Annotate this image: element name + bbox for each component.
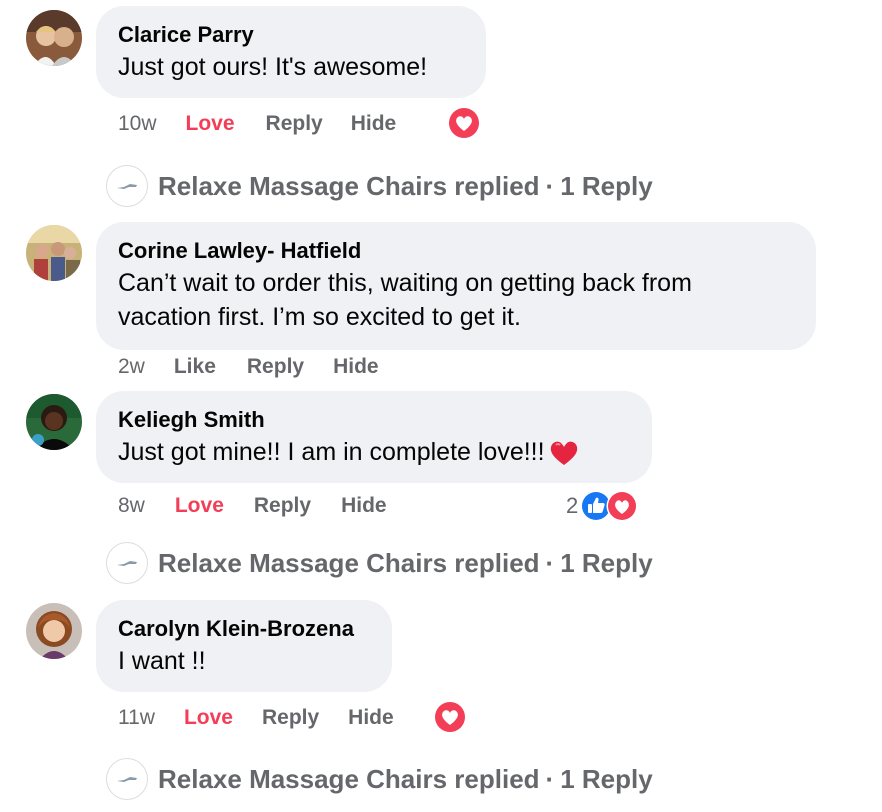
comment-author[interactable]: Keliegh Smith bbox=[118, 405, 630, 435]
avatar[interactable] bbox=[26, 603, 82, 659]
massage-chair-icon bbox=[117, 561, 137, 566]
love-icon[interactable] bbox=[446, 105, 482, 141]
comment-timestamp[interactable]: 8w bbox=[118, 491, 145, 521]
reply-button[interactable]: Reply bbox=[262, 703, 319, 733]
reply-count: 1 Reply bbox=[560, 763, 653, 794]
comment-text-line: vacation first. I’m so excited to get it… bbox=[118, 303, 521, 331]
comment-actions: 10w Love Reply Hide bbox=[118, 109, 396, 139]
reply-button[interactable]: Reply bbox=[247, 352, 304, 382]
replied-verb: replied bbox=[454, 547, 540, 578]
view-replies-link[interactable]: Relaxe Massage Chairs replied · 1 Reply bbox=[106, 164, 653, 208]
love-icon[interactable] bbox=[432, 699, 468, 735]
hide-button[interactable]: Hide bbox=[351, 109, 397, 139]
replies-label: Relaxe Massage Chairs replied · 1 Reply bbox=[158, 548, 653, 579]
love-button[interactable]: Love bbox=[186, 109, 235, 139]
reply-count: 1 Reply bbox=[560, 547, 653, 578]
comment-author[interactable]: Carolyn Klein-Brozena bbox=[118, 614, 370, 644]
page-avatar bbox=[106, 542, 148, 584]
separator: · bbox=[545, 763, 555, 794]
reply-button[interactable]: Reply bbox=[254, 491, 311, 521]
avatar[interactable] bbox=[26, 394, 82, 450]
avatar[interactable] bbox=[26, 225, 82, 281]
comment-actions: 2w Like Reply Hide bbox=[118, 352, 379, 382]
view-replies-link[interactable]: Relaxe Massage Chairs replied · 1 Reply bbox=[106, 541, 653, 585]
like-button[interactable]: Like bbox=[174, 352, 216, 382]
love-icon bbox=[606, 490, 638, 522]
comment-bubble: Keliegh Smith Just got mine!! I am in co… bbox=[96, 391, 652, 483]
comment-bubble: Corine Lawley- Hatfield Can’t wait to or… bbox=[96, 222, 816, 350]
page-avatar bbox=[106, 165, 148, 207]
page-name: Relaxe Massage Chairs bbox=[158, 763, 448, 794]
page-avatar bbox=[106, 758, 148, 800]
reply-count: 1 Reply bbox=[560, 170, 653, 201]
love-button[interactable]: Love bbox=[184, 703, 233, 733]
reaction-count: 2 bbox=[566, 493, 579, 518]
comment-actions: 11w Love Reply Hide bbox=[118, 703, 394, 733]
comment-author[interactable]: Clarice Parry bbox=[118, 20, 464, 50]
comment-timestamp[interactable]: 10w bbox=[118, 109, 157, 139]
reactions-summary[interactable]: 2 bbox=[566, 489, 638, 523]
love-button[interactable]: Love bbox=[175, 491, 224, 521]
separator: · bbox=[545, 170, 555, 201]
comment-timestamp[interactable]: 2w bbox=[118, 352, 145, 382]
comment-text-content: Just got mine!! I am in complete love!!! bbox=[118, 438, 545, 466]
replied-verb: replied bbox=[454, 763, 540, 794]
comment-text-line: Can’t wait to order this, waiting on get… bbox=[118, 269, 692, 297]
hide-button[interactable]: Hide bbox=[333, 352, 379, 382]
comment-text: Just got mine!! I am in complete love!!! bbox=[118, 435, 630, 475]
comment-text: Just got ours! It's awesome! bbox=[118, 53, 428, 81]
comment-author[interactable]: Corine Lawley- Hatfield bbox=[118, 236, 794, 266]
page-name: Relaxe Massage Chairs bbox=[158, 547, 448, 578]
view-replies-link[interactable]: Relaxe Massage Chairs replied · 1 Reply bbox=[106, 757, 653, 801]
comment-bubble: Clarice Parry Just got ours! It's awesom… bbox=[96, 6, 486, 98]
comment-bubble: Carolyn Klein-Brozena I want !! bbox=[96, 600, 392, 692]
red-heart-emoji bbox=[549, 438, 579, 475]
page-name: Relaxe Massage Chairs bbox=[158, 170, 448, 201]
replied-verb: replied bbox=[454, 170, 540, 201]
separator: · bbox=[545, 547, 555, 578]
comment-actions: 8w Love Reply Hide bbox=[118, 491, 387, 521]
comments-section: Clarice Parry Just got ours! It's awesom… bbox=[0, 0, 882, 812]
reply-button[interactable]: Reply bbox=[266, 109, 323, 139]
massage-chair-icon bbox=[117, 184, 137, 189]
avatar[interactable] bbox=[26, 10, 82, 66]
replies-label: Relaxe Massage Chairs replied · 1 Reply bbox=[158, 764, 653, 795]
hide-button[interactable]: Hide bbox=[348, 703, 394, 733]
massage-chair-icon bbox=[117, 777, 137, 782]
comment-text: I want !! bbox=[118, 647, 206, 675]
hide-button[interactable]: Hide bbox=[341, 491, 387, 521]
replies-label: Relaxe Massage Chairs replied · 1 Reply bbox=[158, 171, 653, 202]
comment-timestamp[interactable]: 11w bbox=[118, 703, 155, 733]
